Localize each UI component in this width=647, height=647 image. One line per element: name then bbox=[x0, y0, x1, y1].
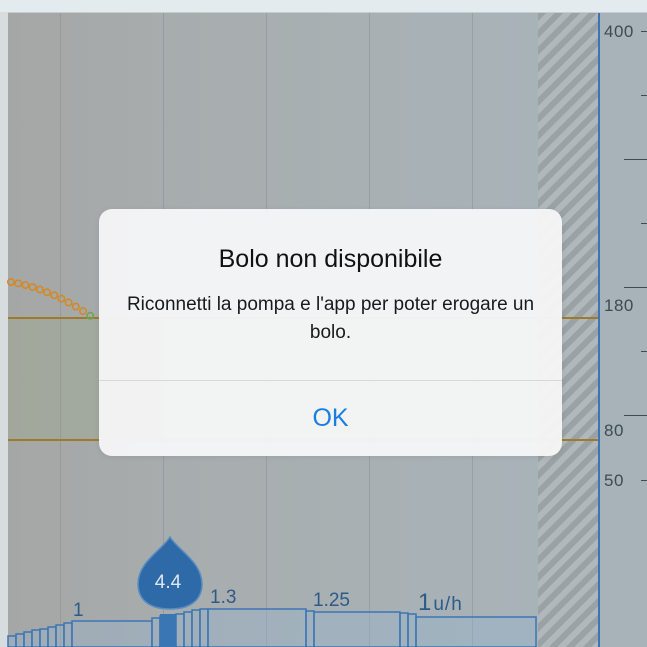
alert-title: Bolo non disponibile bbox=[218, 245, 443, 273]
basal-bar bbox=[199, 608, 209, 647]
basal-bar bbox=[7, 635, 17, 647]
basal-bar bbox=[191, 609, 201, 647]
basal-bar bbox=[305, 610, 315, 647]
current-basal-rate: 1 u/h bbox=[418, 589, 463, 617]
basal-bar bbox=[183, 611, 193, 647]
basal-bar bbox=[207, 608, 307, 647]
basal-bar bbox=[15, 633, 25, 647]
basal-bar bbox=[175, 613, 185, 647]
basal-bar bbox=[151, 617, 161, 647]
basal-bar bbox=[399, 612, 409, 647]
current-basal-value: 1 bbox=[418, 589, 432, 616]
basal-bar bbox=[55, 624, 65, 647]
bolus-value: 4.4 bbox=[154, 572, 182, 593]
basal-bar bbox=[39, 628, 49, 647]
basal-label: 1 bbox=[73, 600, 84, 621]
alert-dialog: Bolo non disponibile Riconnetti la pompa… bbox=[99, 209, 562, 456]
app-screen: 400 180 80 50 4.4 1 1.3 1.25 1 u/h Bolo … bbox=[0, 0, 647, 647]
basal-bar bbox=[415, 616, 537, 647]
basal-bar bbox=[71, 620, 153, 647]
basal-bar bbox=[31, 629, 41, 647]
basal-bar bbox=[313, 611, 401, 647]
ok-button[interactable]: OK bbox=[99, 381, 562, 456]
current-basal-unit: u/h bbox=[433, 594, 463, 615]
alert-message: Riconnetti la pompa e l'app per poter er… bbox=[126, 294, 535, 343]
basal-bar bbox=[63, 622, 73, 647]
basal-bar bbox=[23, 631, 33, 647]
basal-bar bbox=[47, 626, 57, 647]
basal-label: 1.3 bbox=[210, 587, 237, 608]
basal-bar bbox=[407, 613, 417, 647]
basal-label: 1.25 bbox=[313, 590, 350, 611]
bolus-marker bbox=[160, 614, 176, 647]
